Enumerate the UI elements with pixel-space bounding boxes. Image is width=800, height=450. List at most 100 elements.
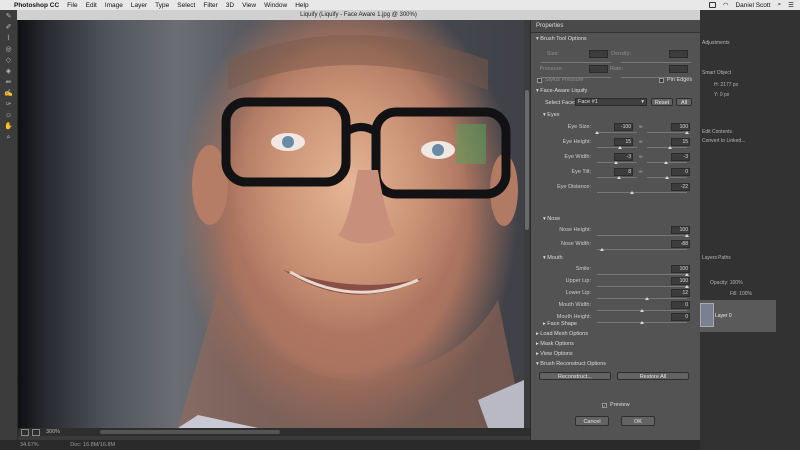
bloat-tool-icon[interactable]: ◈ [3, 67, 14, 76]
menu-edit[interactable]: Edit [86, 2, 97, 9]
restore-all-button[interactable]: Restore All [617, 372, 689, 380]
layer-name[interactable]: Layer 0 [715, 313, 732, 319]
eye-size-right-slider[interactable] [647, 132, 687, 133]
upper-lip-slider[interactable] [597, 286, 687, 287]
eye-height-right-slider[interactable] [647, 147, 687, 148]
view-options-header[interactable]: ▸ View Options [536, 351, 573, 357]
eye-width-link-icon[interactable]: ∞ [639, 154, 643, 160]
pucker-tool-icon[interactable]: ◇ [3, 56, 14, 65]
eyes-header[interactable]: ▾ Eyes [543, 112, 560, 118]
smooth-tool-icon[interactable]: ⌇ [3, 34, 14, 43]
eye-size-left-knob[interactable] [595, 131, 599, 134]
eye-width-right-knob[interactable] [664, 161, 669, 164]
eye-distance-knob[interactable] [630, 191, 635, 194]
brush-reconstruct-header[interactable]: ▾ Brush Reconstruct Options [536, 361, 606, 367]
reset-button[interactable]: Reset [651, 98, 673, 106]
eye-tilt-link-icon[interactable]: ∞ [639, 169, 643, 175]
zoom-level[interactable]: 300% [46, 429, 60, 435]
ok-button[interactable]: OK [621, 416, 655, 426]
eye-width-left-knob[interactable] [614, 161, 619, 164]
eye-tilt-right-knob[interactable] [665, 176, 669, 179]
face-shape-header[interactable]: ▸ Face Shape [543, 321, 577, 327]
menu-3d[interactable]: 3D [226, 2, 234, 9]
user-name[interactable]: Daniel Scott [735, 2, 770, 9]
eye-width-right-input[interactable]: -3 [671, 153, 690, 161]
canvas-horizontal-scrollbar[interactable] [100, 430, 281, 434]
mouth-height-input[interactable]: 0 [671, 313, 690, 321]
stylus-pressure-checkbox[interactable] [537, 78, 542, 83]
menu-filter[interactable]: Filter [203, 2, 217, 9]
all-button[interactable]: All [676, 98, 692, 106]
menu-view[interactable]: View [242, 2, 256, 9]
lower-lip-slider[interactable] [597, 298, 687, 299]
convert-to-linked-button[interactable]: Convert to Linked... [702, 138, 745, 144]
hand-tool-icon[interactable]: ✋ [3, 122, 14, 131]
mouth-header[interactable]: ▾ Mouth [543, 255, 563, 261]
nose-height-knob[interactable] [685, 234, 689, 237]
eye-distance-input[interactable]: -22 [671, 183, 690, 191]
preview-checkbox[interactable]: ✓ [602, 403, 607, 408]
fill-field[interactable]: Fill: 100% [730, 291, 752, 297]
eye-tilt-right-input[interactable]: 0 [671, 168, 690, 176]
eye-distance-slider[interactable] [597, 192, 687, 193]
nose-width-input[interactable]: -88 [671, 240, 690, 248]
edit-contents-button[interactable]: Edit Contents [702, 129, 732, 135]
twirl-tool-icon[interactable]: ◎ [3, 45, 14, 54]
mask-options-header[interactable]: ▸ Mask Options [536, 341, 574, 347]
reconstruct-tool-icon[interactable]: ✐ [3, 23, 14, 32]
nose-width-knob[interactable] [600, 248, 605, 251]
size-slider[interactable] [541, 62, 611, 63]
eye-tilt-left-knob[interactable] [616, 176, 621, 179]
opacity-field[interactable]: Opacity: 100% [710, 280, 743, 286]
eye-size-left-slider[interactable] [597, 132, 637, 133]
layers-tab[interactable]: Layers [702, 255, 717, 261]
upper-lip-input[interactable]: 100 [671, 277, 690, 285]
menu-image[interactable]: Image [105, 2, 123, 9]
eye-width-left-input[interactable]: -3 [614, 153, 633, 161]
load-mesh-options-header[interactable]: ▸ Load Mesh Options [536, 331, 588, 337]
nose-header[interactable]: ▾ Nose [543, 216, 560, 222]
menu-window[interactable]: Window [264, 2, 287, 9]
lower-lip-input[interactable]: 12 [671, 289, 690, 297]
zoom-out-icon[interactable] [21, 428, 29, 436]
smile-knob[interactable] [685, 273, 689, 276]
upper-lip-knob[interactable] [685, 285, 689, 288]
eye-size-right-input[interactable]: 100 [671, 123, 690, 131]
forward-warp-tool-icon[interactable]: ✎ [3, 12, 14, 21]
app-menu[interactable]: Photoshop CC [14, 2, 59, 9]
menu-select[interactable]: Select [177, 2, 195, 9]
push-left-tool-icon[interactable]: ⇚ [3, 78, 14, 87]
zoom-tool-icon[interactable]: ⌕ [3, 133, 14, 142]
eye-height-link-icon[interactable]: ∞ [639, 139, 643, 145]
eye-tilt-left-input[interactable]: 8 [614, 168, 633, 176]
eye-height-right-input[interactable]: 15 [671, 138, 690, 146]
list-icon[interactable]: ☰ [788, 1, 794, 9]
nose-height-slider[interactable] [597, 235, 687, 236]
eye-size-right-knob[interactable] [685, 131, 689, 134]
zoom-in-icon[interactable] [32, 428, 40, 436]
pin-edges-checkbox[interactable] [659, 78, 664, 83]
nose-height-input[interactable]: 100 [671, 226, 690, 234]
adjustments-tab[interactable]: Adjustments [702, 40, 730, 46]
density-input[interactable] [669, 50, 688, 58]
thaw-mask-tool-icon[interactable]: ✑ [3, 100, 14, 109]
paths-tab[interactable]: Paths [718, 255, 731, 261]
cancel-button[interactable]: Cancel [575, 416, 609, 426]
select-face-dropdown[interactable]: Face #1 ▾ [575, 98, 647, 106]
eye-height-left-slider[interactable] [597, 147, 637, 148]
face-aware-header[interactable]: ▾ Face-Aware Liquify [536, 88, 587, 94]
scroll-thumb[interactable] [525, 90, 529, 230]
brush-tool-options-header[interactable]: ▾ Brush Tool Options [536, 36, 587, 42]
lower-lip-knob[interactable] [645, 297, 650, 300]
smile-input[interactable]: 100 [671, 265, 690, 273]
wifi-icon[interactable]: ◠ [723, 1, 729, 9]
nose-width-slider[interactable] [597, 249, 687, 250]
reconstruct-button[interactable]: Reconstruct... [539, 372, 611, 380]
search-icon[interactable]: ⌕ [778, 1, 782, 9]
mouth-height-knob[interactable] [640, 321, 644, 324]
eye-size-left-input[interactable]: -100 [614, 123, 633, 131]
menu-type[interactable]: Type [155, 2, 169, 9]
liquify-preview-canvas[interactable] [18, 20, 524, 428]
freeze-mask-tool-icon[interactable]: ✍ [3, 89, 14, 98]
face-tool-icon[interactable]: ☺ [3, 111, 14, 120]
